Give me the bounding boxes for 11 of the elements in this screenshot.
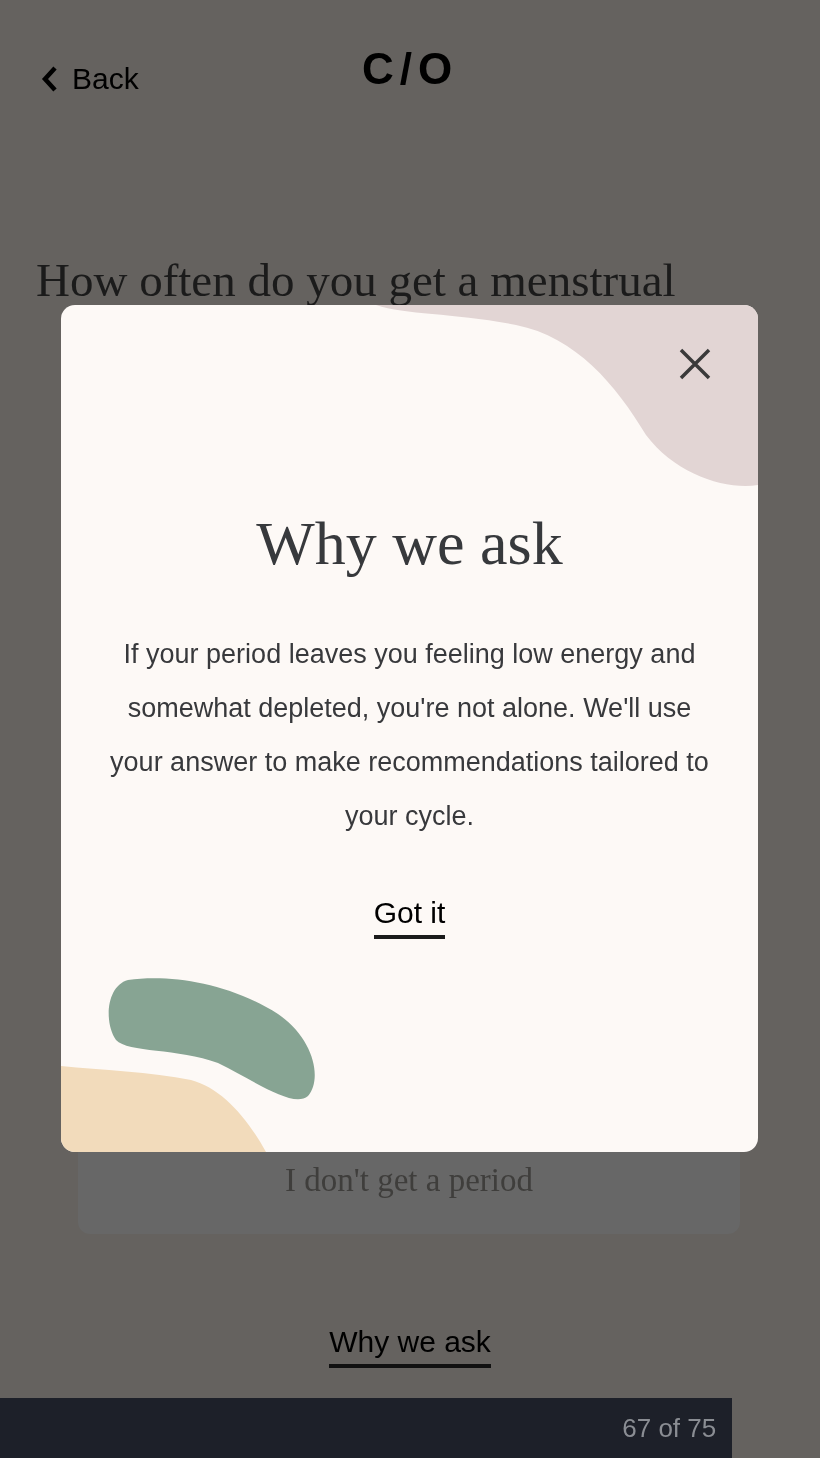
progress-label: 67 of 75 <box>622 1411 717 1445</box>
back-button[interactable]: Back <box>40 56 139 101</box>
modal-title: Why we ask <box>256 508 563 579</box>
close-button[interactable] <box>678 347 712 381</box>
chevron-left-icon <box>40 64 60 93</box>
why-we-ask-link[interactable]: Why we ask <box>329 1322 491 1368</box>
logo: C/O <box>361 43 459 95</box>
got-it-button[interactable]: Got it <box>373 893 446 939</box>
question-title: How often do you get a menstrual <box>36 256 676 304</box>
close-icon <box>678 347 712 381</box>
modal-body-text: If your period leaves you feeling low energy and somewhat depleted, you're not alone. We'll use your answer to make recommendations tailored to your cycle. <box>109 638 710 833</box>
